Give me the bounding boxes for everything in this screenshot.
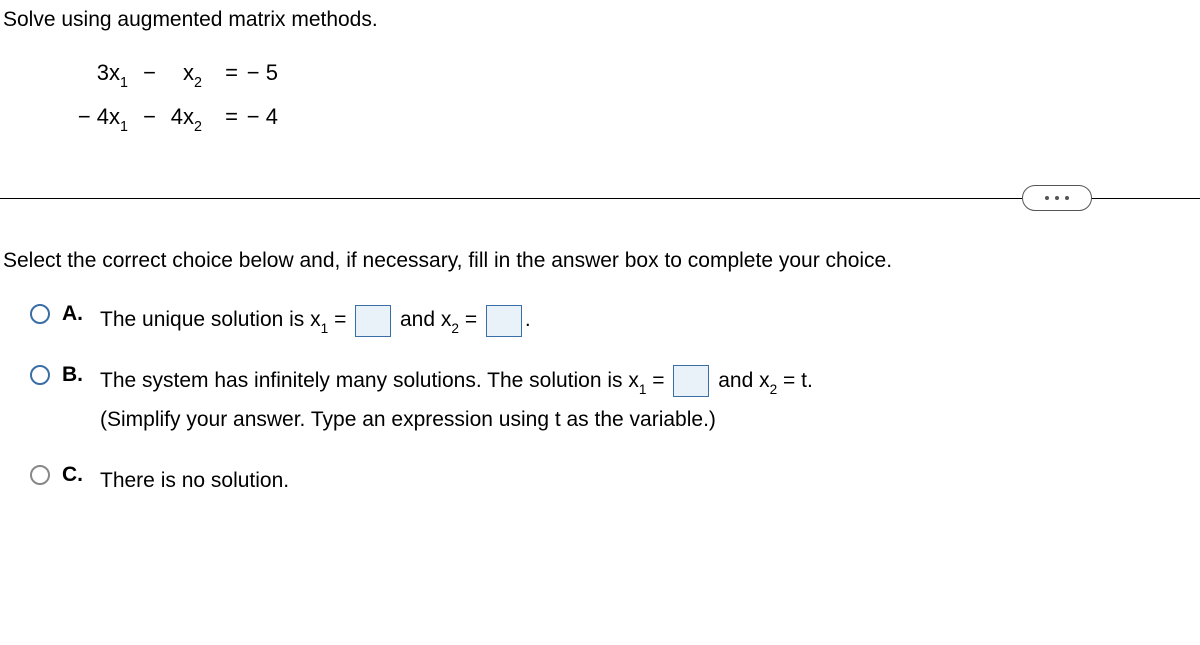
eq1-rhs: − 5 <box>238 52 278 94</box>
choice-A-mid1: = <box>328 308 352 331</box>
radio-A[interactable] <box>30 304 50 324</box>
eq2-sub1: 1 <box>120 114 128 141</box>
eq1-equals: = <box>202 52 238 94</box>
section-divider <box>0 198 1200 199</box>
choice-B-hint: (Simplify your answer. Type an expressio… <box>100 408 716 431</box>
choice-body-C: There is no solution. <box>100 462 1197 501</box>
choice-instruction: Select the correct choice below and, if … <box>0 213 1200 273</box>
choice-A-input-x2[interactable] <box>486 305 522 337</box>
eq2-rhs: − 4 <box>238 96 278 138</box>
choice-body-A: The unique solution is x1 = and x2 = . <box>100 301 1197 340</box>
radio-C[interactable] <box>30 465 50 485</box>
choice-A: A. The unique solution is x1 = and x2 = … <box>30 301 1197 340</box>
eq1-sub1: 1 <box>120 70 128 97</box>
choice-B-sub2: 2 <box>770 382 778 397</box>
dot-icon <box>1065 196 1069 200</box>
choice-B-mid2: and x <box>712 369 769 392</box>
choice-B-mid3: = t. <box>777 369 813 392</box>
eq2-equals: = <box>202 96 238 138</box>
choice-A-mid2: and x <box>394 308 451 331</box>
eq2-term2: 4x <box>171 96 194 138</box>
equation-row-1: 3x1 − x2 = − 5 <box>72 52 1200 96</box>
eq2-sub2: 2 <box>194 114 202 141</box>
choice-A-text1: The unique solution is x <box>100 308 321 331</box>
choice-C-text: There is no solution. <box>100 469 289 492</box>
choice-A-after: . <box>525 308 531 331</box>
question-prompt: Solve using augmented matrix methods. <box>0 0 1200 34</box>
choice-letter-C: C. <box>62 462 88 487</box>
choice-letter-A: A. <box>62 301 88 326</box>
dot-icon <box>1045 196 1049 200</box>
eq2-op: − <box>128 96 156 138</box>
choice-C: C. There is no solution. <box>30 462 1197 501</box>
eq1-term2: x <box>183 52 194 94</box>
choice-B-sub1: 1 <box>639 382 647 397</box>
equation-system: 3x1 − x2 = − 5 − 4x1 − 4x2 = − 4 <box>72 52 1200 139</box>
equation-row-2: − 4x1 − 4x2 = − 4 <box>72 96 1200 140</box>
choice-list: A. The unique solution is x1 = and x2 = … <box>0 273 1200 500</box>
choice-B-mid1: = <box>646 369 670 392</box>
eq2-term1: − 4x <box>78 96 120 138</box>
eq1-op: − <box>128 52 156 94</box>
choice-letter-B: B. <box>62 362 88 387</box>
radio-B[interactable] <box>30 365 50 385</box>
eq1-term1: 3x <box>97 52 120 94</box>
choice-body-B: The system has infinitely many solutions… <box>100 362 1197 440</box>
choice-B-text1: The system has infinitely many solutions… <box>100 369 639 392</box>
choice-B-input-x1[interactable] <box>673 365 709 397</box>
more-options-button[interactable] <box>1022 185 1092 211</box>
dot-icon <box>1055 196 1059 200</box>
choice-A-mid3: = <box>459 308 483 331</box>
choice-A-input-x1[interactable] <box>355 305 391 337</box>
choice-B: B. The system has infinitely many soluti… <box>30 362 1197 440</box>
eq1-sub2: 2 <box>194 70 202 97</box>
choice-A-sub2: 2 <box>451 321 459 336</box>
divider-row <box>0 185 1200 213</box>
choice-A-sub1: 1 <box>321 321 329 336</box>
